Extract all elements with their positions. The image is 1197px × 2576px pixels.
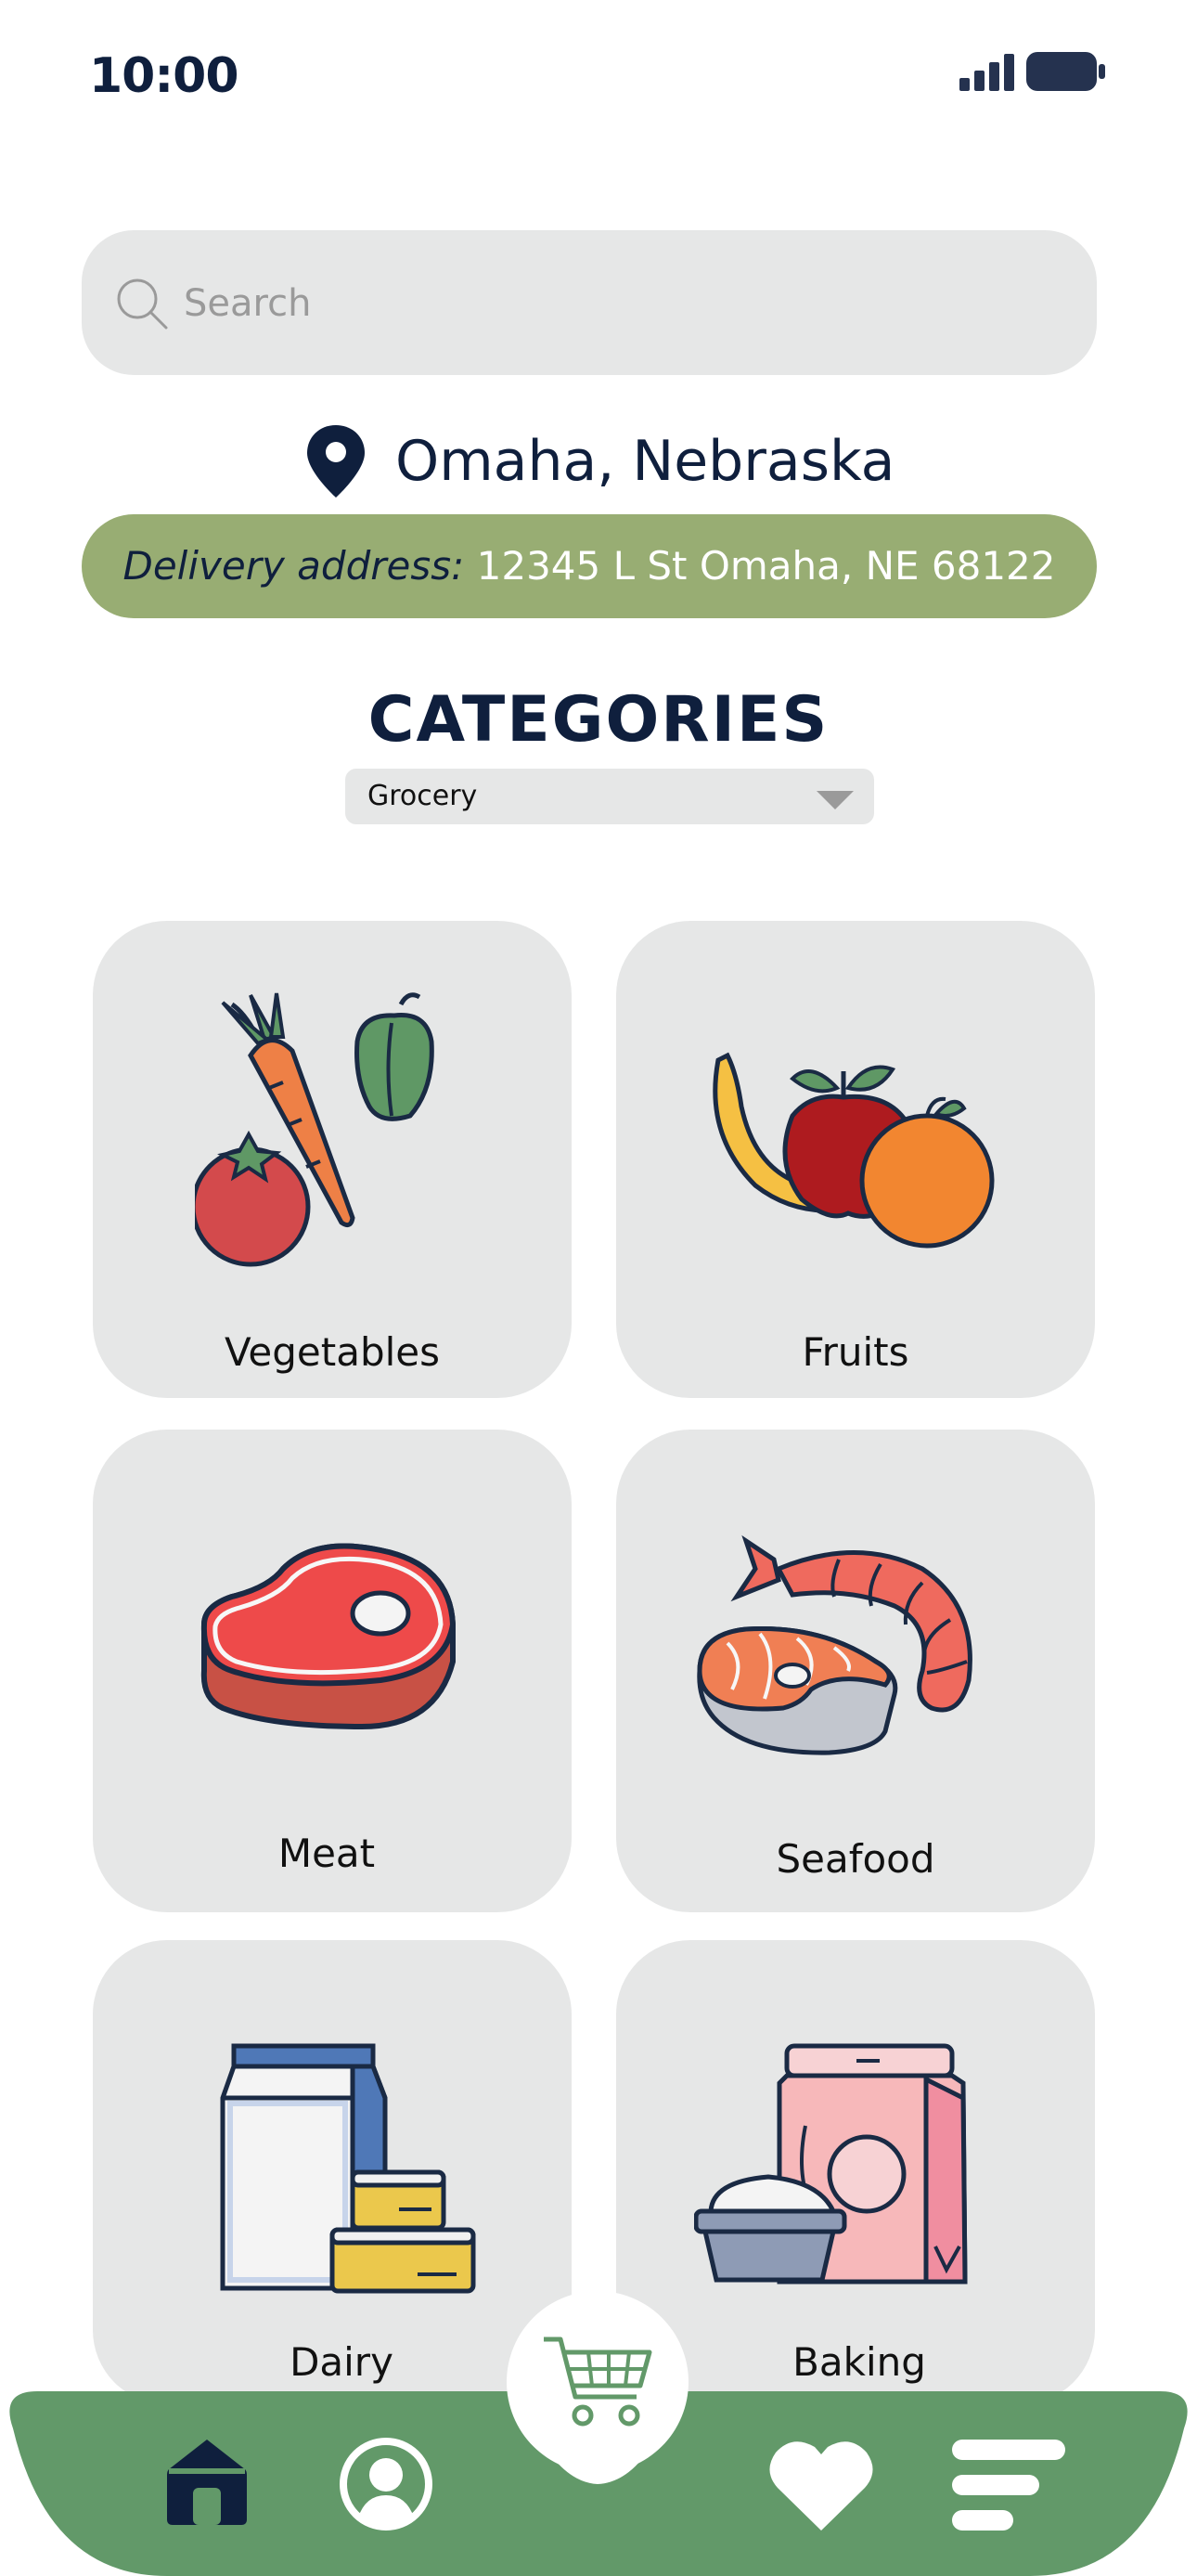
category-label: Fruits [802,1329,909,1375]
category-label: Meat [277,1831,376,1876]
category-card-dairy[interactable]: Dairy [93,1940,572,2404]
home-icon[interactable] [165,2436,249,2527]
categories-title: CATEGORIES [367,683,830,757]
category-card-seafood[interactable]: Seafood [616,1430,1095,1912]
dairy-icon [220,2043,476,2294]
delivery-address-label: Delivery address: [122,543,465,589]
fruits-icon [713,1052,995,1249]
profile-icon[interactable] [338,2436,434,2532]
vegetables-icon [195,992,434,1267]
category-label: Baking [792,2339,926,2385]
delivery-address-value: 12345 L St Omaha, NE 68122 [476,543,1056,589]
delivery-address-text: Delivery address: 12345 L St Omaha, NE 6… [82,514,1097,618]
menu-icon[interactable] [952,2440,1065,2531]
category-card-baking[interactable]: Baking [616,1940,1095,2404]
location-pin-icon [307,425,365,498]
category-dropdown-value: Grocery [367,780,478,812]
category-label: Vegetables [224,1329,441,1375]
search-icon[interactable] [115,277,169,330]
seafood-icon [697,1534,972,1755]
battery-icon [1026,52,1105,91]
category-card-meat[interactable]: Meat [93,1430,572,1912]
chevron-down-icon[interactable] [817,791,854,809]
category-label: Seafood [776,1836,935,1882]
signal-icon [959,54,1014,91]
heart-icon[interactable] [766,2438,876,2534]
category-card-vegetables[interactable]: Vegetables [93,921,572,1398]
location-city[interactable]: Omaha, Nebraska [395,429,895,494]
search-input[interactable] [182,269,1021,338]
baking-icon [694,2043,968,2285]
cart-icon[interactable] [540,2332,655,2432]
status-time: 10:00 [89,48,239,104]
meat-icon [200,1543,457,1730]
category-card-fruits[interactable]: Fruits [616,921,1095,1398]
